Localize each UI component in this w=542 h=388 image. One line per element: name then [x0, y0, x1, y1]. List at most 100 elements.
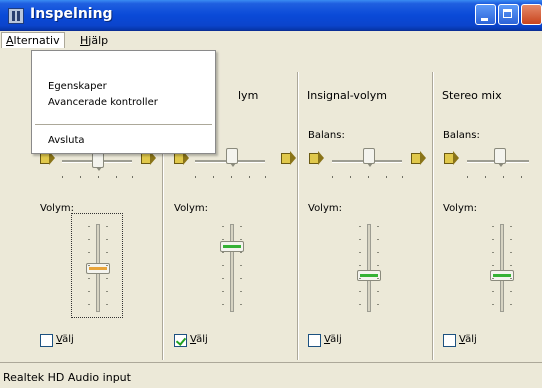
- menu-item-exit[interactable]: Avsluta: [48, 135, 85, 146]
- speaker-right-icon: [411, 151, 426, 165]
- volume-scale-tick: [377, 291, 379, 292]
- volume-scale-tick: [510, 252, 512, 253]
- volume-label: Volym:: [308, 203, 342, 214]
- status-text: Realtek HD Audio input: [3, 371, 131, 384]
- volume-scale-tick: [492, 304, 494, 305]
- volume-scale-tick: [240, 239, 242, 240]
- balance-slider[interactable]: [226, 148, 238, 167]
- balance-slider[interactable]: [363, 148, 375, 167]
- volume-scale-tick: [106, 304, 108, 305]
- column-title-2: lym: [238, 89, 259, 102]
- title-bar: Inspelning: [0, 0, 542, 31]
- volume-scale-tick: [510, 304, 512, 305]
- volume-slider[interactable]: [357, 270, 381, 282]
- volume-scale-tick: [510, 239, 512, 240]
- volume-scale-tick: [359, 239, 361, 240]
- volume-scale-tick: [359, 252, 361, 253]
- volume-scale-tick: [222, 252, 224, 253]
- column-title-4: Stereo mix: [442, 89, 502, 102]
- select-checkbox[interactable]: [174, 334, 187, 347]
- menu-item-properties[interactable]: Egenskaper: [48, 81, 107, 92]
- speaker-left-icon: [309, 151, 324, 165]
- window-icon: [8, 8, 24, 24]
- volume-track: [500, 224, 504, 312]
- volume-slider[interactable]: [220, 240, 244, 252]
- volume-track: [367, 224, 371, 312]
- volume-scale-tick: [222, 278, 224, 279]
- volume-scale-tick: [510, 265, 512, 266]
- volume-scale-tick: [106, 291, 108, 292]
- volume-scale-tick: [492, 252, 494, 253]
- volume-scale-tick: [222, 291, 224, 292]
- volume-scale-tick: [377, 226, 379, 227]
- volume-scale-tick: [106, 252, 108, 253]
- volume-scale-tick: [377, 304, 379, 305]
- volume-scale-tick: [359, 278, 361, 279]
- speaker-left-icon: [40, 151, 55, 165]
- volume-slider[interactable]: [490, 270, 514, 282]
- volume-scale-tick: [510, 278, 512, 279]
- select-checkbox[interactable]: [443, 334, 456, 347]
- volume-scale-tick: [88, 278, 90, 279]
- volume-scale-tick: [88, 291, 90, 292]
- volume-scale-tick: [510, 291, 512, 292]
- volume-scale-tick: [106, 278, 108, 279]
- volume-scale-tick: [88, 252, 90, 253]
- volume-scale-tick: [106, 226, 108, 227]
- volume-scale-tick: [222, 265, 224, 266]
- speaker-left-icon: [444, 151, 459, 165]
- menu-bar: Alternativ Hjälp: [0, 31, 542, 51]
- volume-scale-tick: [492, 226, 494, 227]
- menu-item-advanced-controls[interactable]: Avancerade kontroller: [48, 97, 158, 108]
- volume-scale-tick: [240, 252, 242, 253]
- minimize-button[interactable]: [475, 4, 496, 25]
- volume-scale-tick: [377, 265, 379, 266]
- close-button[interactable]: [521, 4, 542, 25]
- volume-label: Volym:: [174, 203, 208, 214]
- volume-scale-tick: [492, 291, 494, 292]
- volume-scale-tick: [492, 239, 494, 240]
- select-label: Välj: [56, 334, 74, 345]
- select-label: Välj: [459, 334, 477, 345]
- menu-help[interactable]: Hjälp: [76, 33, 112, 48]
- select-checkbox[interactable]: [40, 334, 53, 347]
- volume-scale-tick: [377, 278, 379, 279]
- volume-scale-tick: [377, 239, 379, 240]
- volume-scale-tick: [377, 252, 379, 253]
- volume-scale-tick: [359, 226, 361, 227]
- balance-slider[interactable]: [92, 152, 104, 171]
- volume-track: [230, 224, 234, 312]
- speaker-right-icon: [141, 151, 156, 165]
- status-bar: Realtek HD Audio input: [0, 362, 542, 388]
- speaker-right-icon: [281, 151, 296, 165]
- volume-scale-tick: [240, 304, 242, 305]
- volume-scale-tick: [222, 304, 224, 305]
- options-dropdown-menu: Egenskaper Avancerade kontroller Avsluta: [31, 50, 216, 154]
- column-title-3: Insignal-volym: [307, 89, 387, 102]
- volume-scale-tick: [88, 304, 90, 305]
- volume-scale-tick: [240, 278, 242, 279]
- select-label: Välj: [190, 334, 208, 345]
- volume-scale-tick: [222, 239, 224, 240]
- volume-scale-tick: [240, 291, 242, 292]
- volume-scale-tick: [492, 265, 494, 266]
- menu-separator: [35, 124, 212, 125]
- column-divider: [432, 72, 433, 360]
- balance-slider[interactable]: [494, 148, 506, 167]
- select-label: Välj: [324, 334, 342, 345]
- volume-scale-tick: [240, 265, 242, 266]
- window-title: Inspelning: [30, 6, 113, 22]
- maximize-button[interactable]: [498, 4, 519, 25]
- menu-options[interactable]: Alternativ: [1, 32, 65, 48]
- volume-scale-tick: [492, 278, 494, 279]
- balance-label: Balans:: [308, 130, 345, 141]
- volume-scale-tick: [88, 265, 90, 266]
- volume-scale-tick: [240, 226, 242, 227]
- volume-scale-tick: [359, 291, 361, 292]
- speaker-left-icon: [174, 151, 189, 165]
- column-divider: [297, 72, 298, 360]
- volume-scale-tick: [88, 239, 90, 240]
- select-checkbox[interactable]: [308, 334, 321, 347]
- volume-scale-tick: [106, 265, 108, 266]
- volume-scale-tick: [359, 304, 361, 305]
